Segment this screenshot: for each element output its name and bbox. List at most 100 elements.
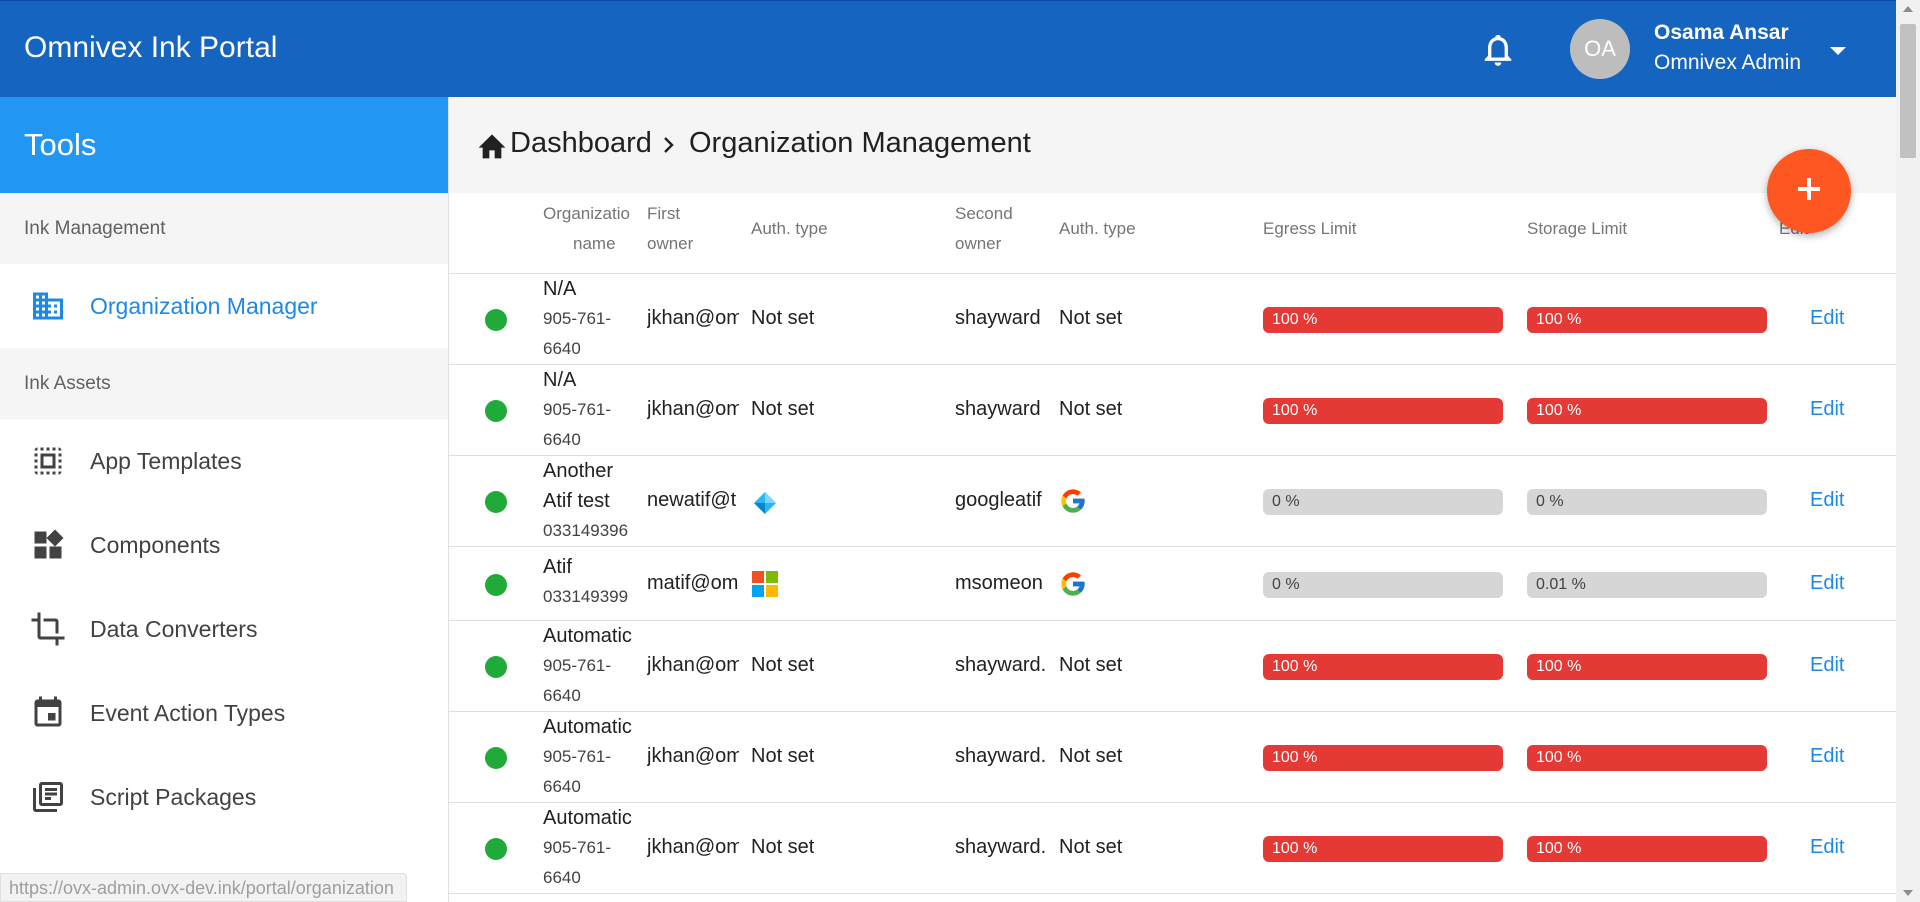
organization-phone-line2: 6640	[543, 777, 581, 796]
first-owner: matif@om	[647, 572, 739, 594]
edit-link[interactable]: Edit	[1810, 836, 1844, 859]
organization-name: N/A	[543, 369, 577, 391]
home-icon[interactable]	[476, 130, 508, 160]
library-icon	[30, 779, 66, 815]
table-row[interactable]: Automatic 905-761- 6640 jkhan@om Not set…	[449, 803, 1896, 894]
second-owner: shayward	[955, 398, 1041, 420]
app-title: Omnivex Ink Portal	[24, 31, 278, 64]
first-owner: newatif@t	[647, 489, 737, 511]
first-owner: jkhan@om	[647, 398, 739, 420]
calendar-icon	[30, 695, 66, 731]
edit-link[interactable]: Edit	[1810, 489, 1844, 512]
organization-name-line2: Atif test	[543, 490, 610, 512]
edit-link[interactable]: Edit	[1810, 307, 1844, 330]
organization-name: Automatic	[543, 625, 632, 647]
app-bar: Omnivex Ink Portal OA Osama Ansar Omnive…	[0, 0, 1896, 97]
page-scrollbar[interactable]	[1896, 0, 1920, 902]
storage-limit-bar: 100 %	[1527, 836, 1767, 862]
table-row[interactable]: Another Atif test 033149396 newatif@t go…	[449, 456, 1896, 547]
status-dot	[485, 400, 507, 422]
widgets-icon	[30, 527, 66, 563]
sidebar-item-app-templates[interactable]: App Templates	[0, 419, 448, 503]
organization-phone-line2: 6640	[543, 339, 581, 358]
table-row[interactable]: N/A 905-761- 6640 jkhan@om Not set shayw…	[449, 365, 1896, 456]
second-owner-auth-type: Not set	[1059, 398, 1123, 420]
breadcrumb-dashboard-link[interactable]: Dashboard	[510, 127, 652, 160]
breadcrumb: Dashboard Organization Management	[449, 97, 1896, 193]
header-first-owner-line2[interactable]: owner	[647, 229, 693, 259]
header-second-owner-line2[interactable]: owner	[955, 229, 1001, 259]
organization-name: Automatic	[543, 807, 632, 829]
scrollbar-thumb[interactable]	[1900, 24, 1916, 158]
header-organization-name-line2[interactable]: name	[573, 229, 616, 259]
storage-limit-bar: 0 %	[1527, 489, 1767, 515]
sidebar-item-label: Components	[90, 531, 221, 558]
header-auth-type-2[interactable]: Auth. type	[1059, 214, 1136, 244]
storage-limit-bar: 100 %	[1527, 745, 1767, 771]
user-role: Omnivex Admin	[1654, 51, 1802, 74]
sidebar: Tools Ink Management Organization Manage…	[0, 97, 449, 902]
sidebar-item-label: Data Converters	[90, 615, 258, 642]
user-name: Osama Ansar	[1654, 21, 1789, 44]
first-owner: jkhan@om	[647, 307, 739, 329]
table-row[interactable]: Automatic 905-761- 6640 jkhan@om Not set…	[449, 621, 1896, 712]
scroll-up-arrow-icon[interactable]	[1903, 6, 1913, 12]
second-owner-auth-type: Not set	[1059, 654, 1123, 676]
storage-limit-bar: 100 %	[1527, 307, 1767, 333]
second-owner: shayward.	[955, 654, 1047, 676]
sidebar-item-script-packages[interactable]: Script Packages	[0, 755, 448, 839]
page-title: Organization Management	[689, 127, 1031, 159]
scroll-down-arrow-icon[interactable]	[1903, 890, 1913, 896]
egress-limit-bar: 100 %	[1263, 745, 1503, 771]
organization-name: Another	[543, 460, 614, 482]
avatar[interactable]: OA	[1570, 19, 1630, 79]
status-url: https://ovx-admin.ovx-dev.ink/portal/org…	[0, 873, 407, 902]
organization-phone-line1: 905-761-	[543, 838, 612, 857]
sidebar-item-label: App Templates	[90, 447, 242, 474]
edit-link[interactable]: Edit	[1810, 572, 1844, 595]
second-owner: msomeon	[955, 572, 1043, 594]
section-label-ink-assets: Ink Assets	[0, 348, 448, 419]
azure-icon	[751, 489, 779, 517]
google-icon	[1059, 570, 1087, 598]
header-auth-type-1[interactable]: Auth. type	[751, 214, 828, 244]
second-owner: shayward	[955, 307, 1041, 329]
organization-name: Atif	[543, 556, 572, 578]
first-owner: jkhan@om	[647, 654, 739, 676]
add-organization-button[interactable]	[1767, 149, 1851, 233]
second-owner-auth-type: Not set	[1059, 745, 1123, 767]
organization-phone-line1: 905-761-	[543, 656, 612, 675]
table-row[interactable]: Atif 033149399 matif@om msomeon 0 % 0.01…	[449, 547, 1896, 621]
header-second-owner-line1[interactable]: Second	[955, 199, 1013, 229]
sidebar-item-label: Event Action Types	[90, 699, 286, 726]
sidebar-item-components[interactable]: Components	[0, 503, 448, 587]
table-row[interactable]: N/A 905-761- 6640 jkhan@om Not set shayw…	[449, 274, 1896, 365]
sidebar-item-organization-manager[interactable]: Organization Manager	[0, 264, 448, 348]
edit-link[interactable]: Edit	[1810, 745, 1844, 768]
google-icon	[1059, 487, 1087, 515]
edit-link[interactable]: Edit	[1810, 654, 1844, 677]
sidebar-item-label: Script Packages	[90, 783, 257, 810]
egress-limit-bar: 100 %	[1263, 654, 1503, 680]
header-first-owner-line1[interactable]: First	[647, 199, 680, 229]
header-egress-limit[interactable]: Egress Limit	[1263, 214, 1357, 244]
main-content: Dashboard Organization Management Organi…	[449, 97, 1896, 902]
first-owner-auth-type: Not set	[751, 307, 815, 329]
first-owner-auth-type: Not set	[751, 398, 815, 420]
table-row[interactable]: Automatic 905-761- 6640 jkhan@om Not set…	[449, 712, 1896, 803]
status-dot	[485, 491, 507, 513]
first-owner-auth-type: Not set	[751, 745, 815, 767]
edit-link[interactable]: Edit	[1810, 398, 1844, 421]
crop-icon	[30, 611, 66, 647]
status-dot	[485, 574, 507, 596]
user-menu-caret-icon[interactable]	[1822, 39, 1854, 63]
first-owner: jkhan@om	[647, 745, 739, 767]
second-owner-auth-type: Not set	[1059, 307, 1123, 329]
organization-phone: 033149396	[543, 521, 629, 540]
notifications-bell-icon[interactable]	[1484, 35, 1512, 67]
header-storage-limit[interactable]: Storage Limit	[1527, 214, 1627, 244]
sidebar-item-data-converters[interactable]: Data Converters	[0, 587, 448, 671]
sidebar-item-event-action-types[interactable]: Event Action Types	[0, 671, 448, 755]
plus-icon	[1796, 176, 1822, 207]
header-organization-name-line1[interactable]: Organizatio	[543, 199, 635, 229]
